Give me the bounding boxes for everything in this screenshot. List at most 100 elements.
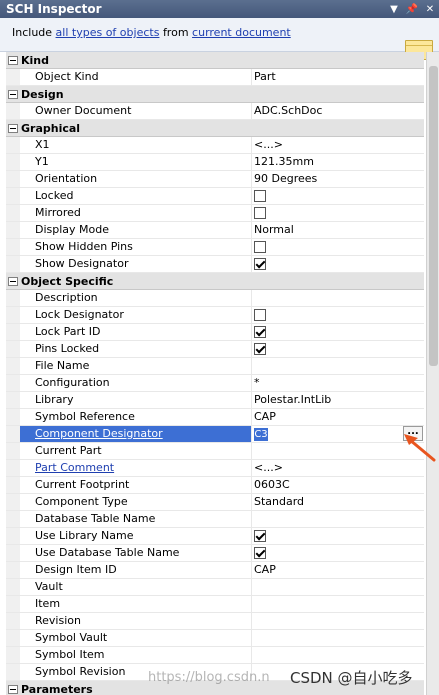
property-value[interactable] <box>252 596 424 612</box>
property-row-lock-designator[interactable]: Lock Designator <box>6 307 424 324</box>
property-name: Lock Part ID <box>20 324 252 340</box>
show-designator-checkbox[interactable] <box>254 258 266 270</box>
category-object-specific[interactable]: Object Specific <box>6 273 424 290</box>
property-name: Current Part <box>20 443 252 459</box>
property-row-current-part[interactable]: Current Part <box>6 443 424 460</box>
property-value[interactable] <box>252 613 424 629</box>
pins-locked-checkbox[interactable] <box>254 343 266 355</box>
watermark-brand: CSDN @自小吃多 <box>290 669 413 687</box>
property-name: Item <box>20 596 252 612</box>
property-row-database-table-name[interactable]: Database Table Name <box>6 511 424 528</box>
pin-icon[interactable]: 📌 <box>403 0 421 18</box>
use-library-name-checkbox[interactable] <box>254 530 266 542</box>
property-row-symbol-reference[interactable]: Symbol Reference CAP <box>6 409 424 426</box>
property-value[interactable] <box>252 443 424 459</box>
collapse-toggle-icon[interactable] <box>8 55 18 65</box>
collapse-toggle-icon[interactable] <box>8 684 18 694</box>
property-row-design-item-id[interactable]: Design Item ID CAP <box>6 562 424 579</box>
property-row-x1[interactable]: X1 <...> <box>6 137 424 154</box>
property-name: Symbol Reference <box>20 409 252 425</box>
property-name: Locked <box>20 188 252 204</box>
property-row-show-hidden-pins[interactable]: Show Hidden Pins <box>6 239 424 256</box>
property-value[interactable]: 90 Degrees <box>252 171 424 187</box>
object-type-filter-link[interactable]: all types of objects <box>56 26 160 39</box>
property-value[interactable]: 121.35mm <box>252 154 424 170</box>
property-row-display-mode[interactable]: Display Mode Normal <box>6 222 424 239</box>
property-row-file-name[interactable]: File Name <box>6 358 424 375</box>
property-value[interactable]: CAP <box>252 562 424 578</box>
triangle-down-icon[interactable]: ▼ <box>385 0 403 18</box>
category-kind[interactable]: Kind <box>6 52 424 69</box>
collapse-toggle-icon[interactable] <box>8 123 18 133</box>
scope-filter-link[interactable]: current document <box>192 26 291 39</box>
property-value[interactable]: Normal <box>252 222 424 238</box>
property-row-owner-document[interactable]: Owner Document ADC.SchDoc <box>6 103 424 120</box>
property-row-lock-part-id[interactable]: Lock Part ID <box>6 324 424 341</box>
property-row-orientation[interactable]: Orientation 90 Degrees <box>6 171 424 188</box>
property-value[interactable]: ADC.SchDoc <box>252 103 424 119</box>
property-row-show-designator[interactable]: Show Designator <box>6 256 424 273</box>
property-name: Symbol Item <box>20 647 252 663</box>
show-hidden-pins-checkbox[interactable] <box>254 241 266 253</box>
property-row-description[interactable]: Description <box>6 290 424 307</box>
property-row-library[interactable]: Library Polestar.IntLib <box>6 392 424 409</box>
scrollbar-thumb[interactable] <box>429 66 438 366</box>
property-name: X1 <box>20 137 252 153</box>
property-value[interactable]: * <box>252 375 424 391</box>
property-row-use-database-table-name[interactable]: Use Database Table Name <box>6 545 424 562</box>
category-label: Graphical <box>21 121 81 135</box>
property-value[interactable] <box>252 579 424 595</box>
lock-designator-checkbox[interactable] <box>254 309 266 321</box>
locked-checkbox[interactable] <box>254 190 266 202</box>
category-design[interactable]: Design <box>6 86 424 103</box>
property-value[interactable] <box>252 358 424 374</box>
property-row-current-footprint[interactable]: Current Footprint 0603C <box>6 477 424 494</box>
property-row-revision[interactable]: Revision <box>6 613 424 630</box>
property-name: Use Database Table Name <box>20 545 252 561</box>
use-database-table-name-checkbox[interactable] <box>254 547 266 559</box>
property-row-mirrored[interactable]: Mirrored <box>6 205 424 222</box>
filter-sentence: Include all types of objects from curren… <box>12 26 291 39</box>
property-row-configuration[interactable]: Configuration * <box>6 375 424 392</box>
property-value[interactable]: Part <box>252 69 424 85</box>
property-row-item[interactable]: Item <box>6 596 424 613</box>
property-value[interactable] <box>252 511 424 527</box>
property-name: Pins Locked <box>20 341 252 357</box>
property-row-y1[interactable]: Y1 121.35mm <box>6 154 424 171</box>
designator-edit-field[interactable]: C3 <box>254 428 268 441</box>
property-value[interactable]: Standard <box>252 494 424 510</box>
filter-middle: from <box>162 26 189 39</box>
mirrored-checkbox[interactable] <box>254 207 266 219</box>
property-value[interactable]: Polestar.IntLib <box>252 392 424 408</box>
property-row-vault[interactable]: Vault <box>6 579 424 596</box>
property-value[interactable] <box>252 647 424 663</box>
lock-part-id-checkbox[interactable] <box>254 326 266 338</box>
collapse-toggle-icon[interactable] <box>8 276 18 286</box>
property-row-symbol-item[interactable]: Symbol Item <box>6 647 424 664</box>
category-label: Kind <box>21 53 49 67</box>
property-value[interactable] <box>252 630 424 646</box>
category-label: Design <box>21 87 64 101</box>
property-value[interactable]: CAP <box>252 409 424 425</box>
vertical-scrollbar[interactable] <box>426 52 439 695</box>
watermark-url: https://blog.csdn.n <box>148 670 270 685</box>
property-row-pins-locked[interactable]: Pins Locked <box>6 341 424 358</box>
property-row-component-designator[interactable]: Component Designator C3 ... <box>6 426 424 443</box>
property-value[interactable]: 0603C <box>252 477 424 493</box>
property-row-part-comment[interactable]: Part Comment <...> <box>6 460 424 477</box>
property-value[interactable]: <...> <box>252 137 424 153</box>
category-graphical[interactable]: Graphical <box>6 120 424 137</box>
property-row-symbol-vault[interactable]: Symbol Vault <box>6 630 424 647</box>
property-name-link[interactable]: Component Designator <box>20 426 252 442</box>
property-row-component-type[interactable]: Component Type Standard <box>6 494 424 511</box>
property-name-link[interactable]: Part Comment <box>20 460 252 476</box>
property-value[interactable]: <...> <box>252 460 424 476</box>
property-name: Database Table Name <box>20 511 252 527</box>
property-row-locked[interactable]: Locked <box>6 188 424 205</box>
property-name: Orientation <box>20 171 252 187</box>
property-row-use-library-name[interactable]: Use Library Name <box>6 528 424 545</box>
close-icon[interactable]: ✕ <box>421 0 439 18</box>
property-row-object-kind[interactable]: Object Kind Part <box>6 69 424 86</box>
property-value[interactable] <box>252 290 424 306</box>
collapse-toggle-icon[interactable] <box>8 89 18 99</box>
